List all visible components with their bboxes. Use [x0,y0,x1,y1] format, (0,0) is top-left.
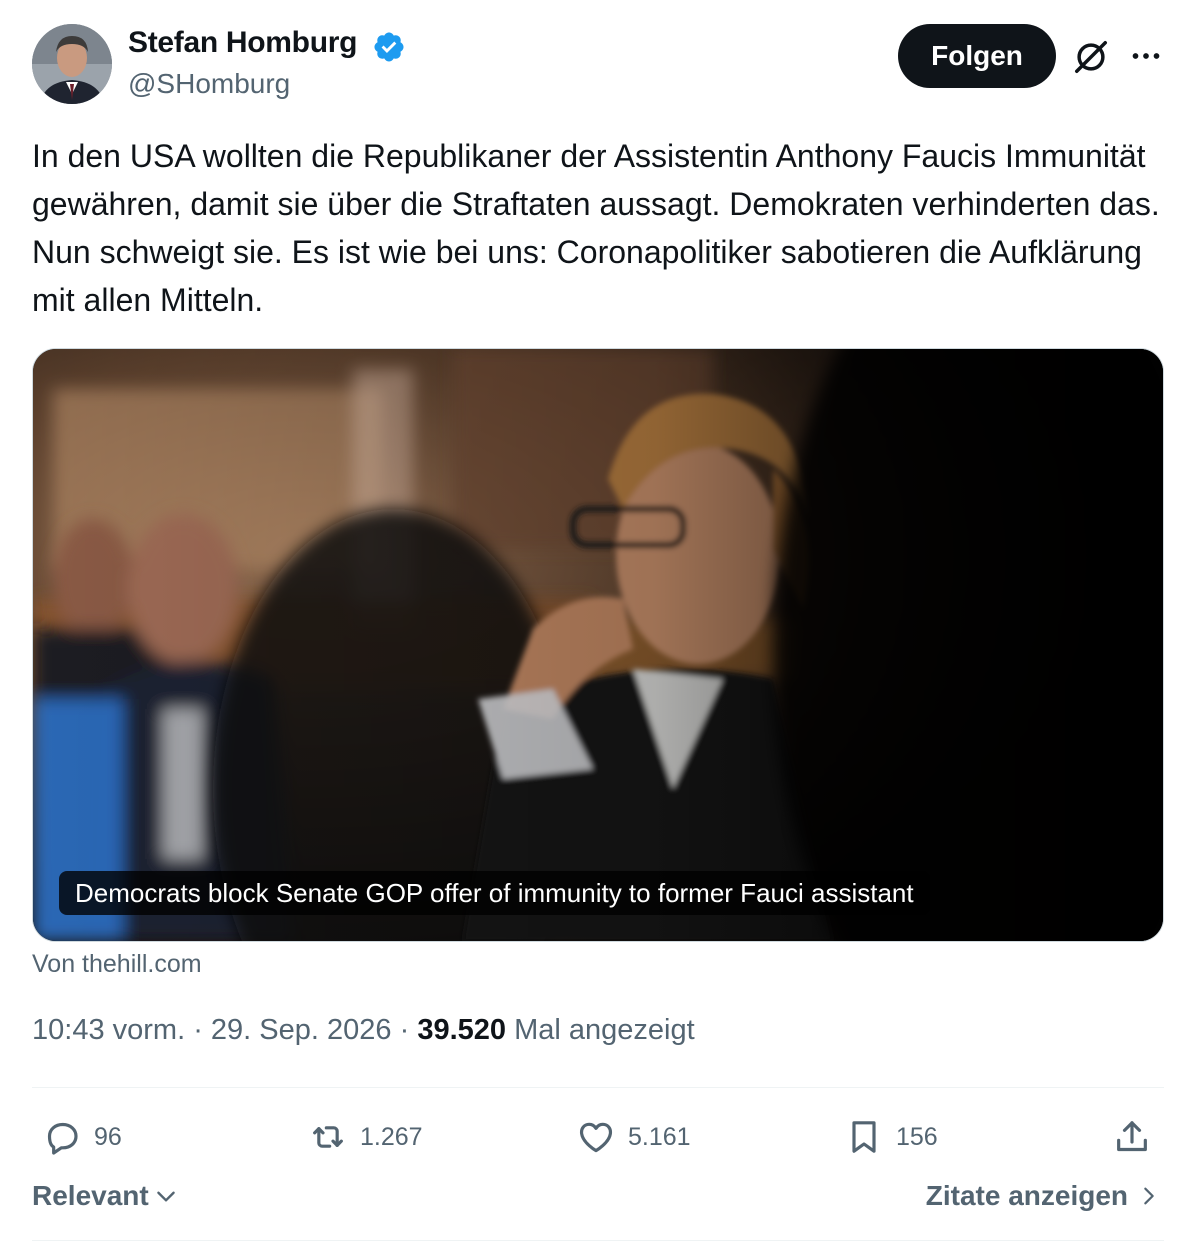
author-handle[interactable]: @SHomburg [128,68,290,100]
tweet-time[interactable]: 10:43 vorm. [32,1014,185,1046]
tweet-text: In den USA wollten die Republikaner der … [32,138,1160,318]
quotes-label: Zitate anzeigen [925,1180,1128,1211]
tweet-date[interactable]: 29. Sep. 2026 [211,1014,392,1046]
card-source[interactable]: Von thehill.com [32,950,202,979]
meta-separator: · [391,1014,418,1046]
divider [32,1240,1164,1241]
card-image [33,349,1163,941]
like-count: 5.161 [628,1122,691,1151]
view-count: 39.520 [417,1014,507,1046]
bookmark-count: 156 [896,1122,938,1151]
view-count-label: Mal angezeigt [506,1014,695,1046]
verified-badge-icon [374,32,404,62]
repost-icon [313,1126,343,1148]
bookmark-icon [852,1121,876,1153]
repost-button[interactable]: 1.267 [308,1112,423,1162]
link-card[interactable]: Democrats block Senate GOP offer of immu… [32,348,1164,942]
tweet-meta: 10:43 vorm. · 29. Sep. 2026 · 39.520 Mal… [32,1014,695,1047]
share-button[interactable] [1112,1112,1152,1162]
like-icon [579,1122,613,1153]
share-icon [1117,1121,1147,1152]
author-name[interactable]: Stefan Homburg [128,26,357,60]
view-quotes-link[interactable]: Zitate anzeigen [926,1180,1160,1212]
divider [32,1087,1164,1088]
sort-dropdown[interactable]: Relevant [32,1180,179,1212]
like-button[interactable]: 5.161 [576,1112,691,1162]
more-icon[interactable] [1128,38,1164,74]
chevron-down-icon [156,1191,175,1202]
grok-icon[interactable] [1072,38,1110,76]
chevron-right-icon [1144,1187,1154,1205]
follow-button[interactable]: Folgen [898,24,1056,88]
avatar[interactable] [32,24,112,104]
reply-count: 96 [94,1122,122,1151]
repost-count: 1.267 [360,1122,423,1151]
meta-separator: · [185,1014,211,1046]
reply-icon [47,1122,78,1155]
sort-label: Relevant [32,1180,149,1211]
bookmark-button[interactable]: 156 [844,1112,938,1162]
reply-button[interactable]: 96 [42,1112,122,1162]
card-headline: Democrats block Senate GOP offer of immu… [59,871,930,915]
